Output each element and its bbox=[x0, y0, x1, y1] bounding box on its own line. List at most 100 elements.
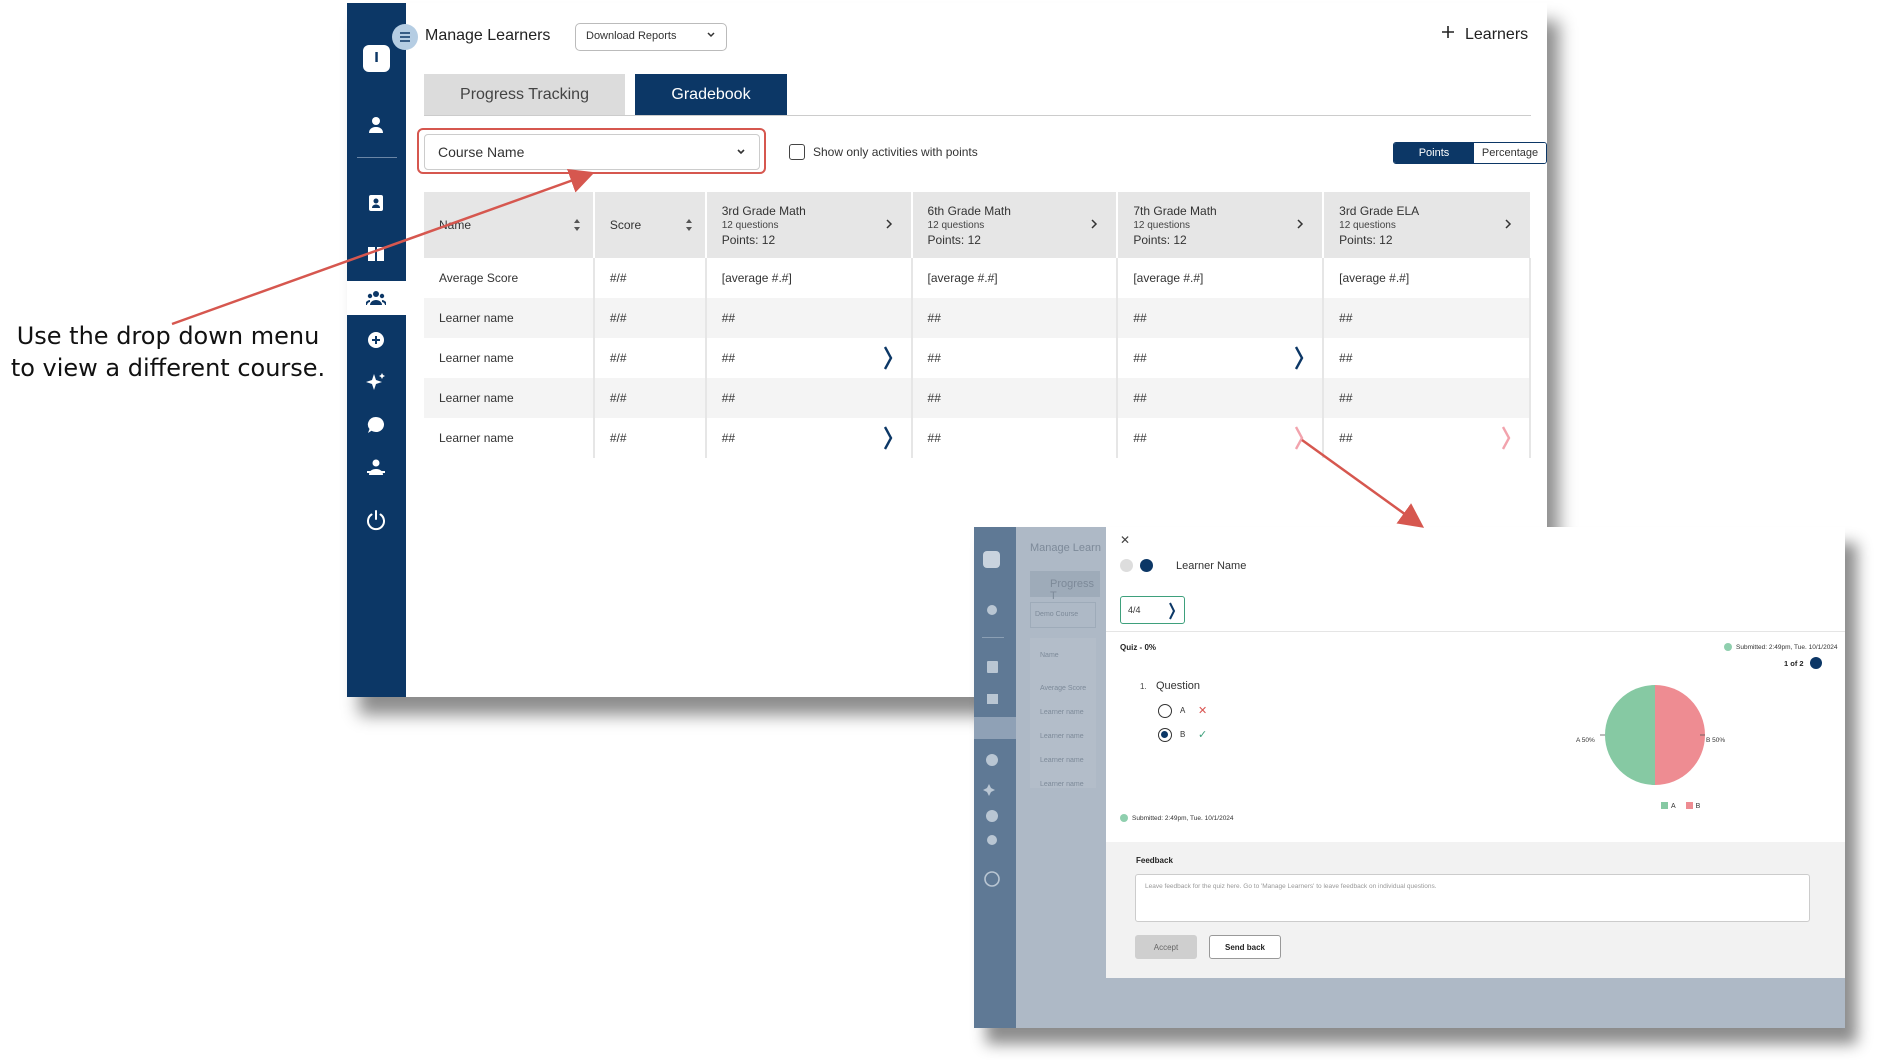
open-submission-icon[interactable] bbox=[883, 346, 893, 373]
answer-pie-chart bbox=[1600, 685, 1705, 785]
app-logo[interactable]: I bbox=[363, 45, 390, 72]
tab-progress-tracking[interactable]: Progress Tracking bbox=[424, 74, 625, 115]
submitted-label: Submitted: 2:49pm, Tue. 10/1/2024 bbox=[1132, 814, 1234, 822]
inset-bg-tab: Progress T bbox=[1030, 571, 1100, 602]
row-cell: ## bbox=[1323, 298, 1531, 338]
row-name[interactable]: Learner name bbox=[424, 338, 595, 378]
send-back-button[interactable]: Send back bbox=[1209, 935, 1281, 959]
close-icon[interactable]: ✕ bbox=[1120, 533, 1130, 547]
course-select[interactable]: Course Name bbox=[424, 134, 760, 170]
chat-icon[interactable] bbox=[362, 411, 390, 439]
row-score: #/# bbox=[593, 258, 707, 298]
question-number: 1. bbox=[1140, 682, 1147, 691]
pie-slice-a bbox=[1605, 685, 1655, 785]
toggle-points[interactable]: Points bbox=[1394, 143, 1474, 163]
next-question-icon[interactable] bbox=[1809, 657, 1822, 669]
inset-bg-row: Learner name bbox=[1040, 709, 1084, 716]
row-cell: ## bbox=[1323, 338, 1531, 378]
download-reports-label: Download Reports bbox=[586, 30, 677, 42]
course-select-value: Course Name bbox=[438, 144, 525, 160]
person-icon[interactable] bbox=[362, 111, 390, 139]
feedback-input[interactable]: Leave feedback for the quiz here. Go to … bbox=[1135, 874, 1810, 922]
chevron-right-icon bbox=[1169, 602, 1176, 620]
correct-icon: ✓ bbox=[1198, 729, 1208, 741]
accept-button[interactable]: Accept bbox=[1135, 935, 1197, 959]
table-row: Learner name #/# ## ## ## ## bbox=[424, 338, 1531, 378]
table-header-row: Name Score 3rd Grade Math 12 questions Poi… bbox=[424, 192, 1530, 258]
row-cell: ## bbox=[705, 378, 913, 418]
header-activity[interactable]: 6th Grade Math 12 questions Points: 12 bbox=[911, 192, 1119, 258]
learner-name: Learner Name bbox=[1176, 560, 1247, 572]
open-submission-icon[interactable] bbox=[1501, 426, 1511, 453]
book-icon[interactable] bbox=[362, 240, 390, 268]
row-name[interactable]: Learner name bbox=[424, 298, 595, 338]
pager-label: 1 of 2 bbox=[1784, 658, 1804, 668]
pie-slice-b bbox=[1655, 685, 1705, 785]
option-a-radio bbox=[1158, 704, 1172, 718]
row-name[interactable]: Learner name bbox=[424, 378, 595, 418]
contacts-icon[interactable] bbox=[362, 189, 390, 217]
table-row: Learner name #/# ## ## ## ## bbox=[424, 418, 1531, 458]
table-row: Learner name #/# ## ## ## ## bbox=[424, 298, 1531, 338]
row-name[interactable]: Learner name bbox=[424, 418, 595, 458]
chevron-right-icon[interactable] bbox=[1090, 218, 1098, 232]
row-cell: ## bbox=[721, 431, 736, 445]
points-percentage-toggle[interactable]: Points Percentage bbox=[1393, 142, 1547, 164]
sort-icon[interactable] bbox=[573, 218, 581, 235]
submission-score-value: 4/4 bbox=[1128, 605, 1141, 615]
panel-divider bbox=[1106, 631, 1845, 632]
row-cell: [average #.#] bbox=[911, 258, 1119, 298]
row-cell: ## bbox=[1323, 378, 1531, 418]
row-score: #/# bbox=[593, 338, 707, 378]
previous-learner-icon[interactable] bbox=[1120, 559, 1133, 572]
tab-divider bbox=[424, 115, 1531, 116]
row-cell: ## bbox=[705, 298, 913, 338]
tab-gradebook[interactable]: Gradebook bbox=[635, 74, 787, 115]
row-score: #/# bbox=[593, 378, 707, 418]
pie-legend: A B bbox=[1661, 802, 1700, 810]
submitted-status-bottom: Submitted: 2:49pm, Tue. 10/1/2024 bbox=[1120, 814, 1234, 822]
chevron-right-icon[interactable] bbox=[1296, 218, 1304, 232]
add-circle-icon[interactable] bbox=[362, 326, 390, 354]
chevron-right-icon[interactable] bbox=[1504, 218, 1512, 232]
sort-icon[interactable] bbox=[685, 218, 693, 235]
points-only-checkbox[interactable] bbox=[789, 144, 805, 160]
next-learner-icon[interactable] bbox=[1140, 559, 1153, 572]
gradebook-table: Name Score 3rd Grade Math 12 questions Poi… bbox=[424, 192, 1531, 458]
submission-score[interactable]: 4/4 bbox=[1120, 596, 1185, 624]
incorrect-icon: ✕ bbox=[1198, 705, 1208, 717]
row-cell: ## bbox=[721, 351, 736, 365]
header-activity[interactable]: 3rd Grade ELA 12 questions Points: 12 bbox=[1323, 192, 1530, 258]
add-learners-button[interactable]: Learners bbox=[1441, 25, 1528, 44]
header-score[interactable]: Score bbox=[593, 192, 707, 258]
row-cell: ## bbox=[1339, 431, 1353, 445]
header-activity[interactable]: 3rd Grade Math 12 questions Points: 12 bbox=[705, 192, 913, 258]
chevron-right-icon[interactable] bbox=[885, 218, 893, 232]
question-pager[interactable]: 1 of 2 bbox=[1784, 657, 1822, 669]
row-cell: ## bbox=[1117, 378, 1325, 418]
open-submission-icon[interactable] bbox=[1294, 346, 1304, 373]
inset-bg-header: Name bbox=[1040, 652, 1059, 659]
row-cell: ## bbox=[911, 418, 1119, 458]
header-activity[interactable]: 7th Grade Math 12 questions Points: 12 bbox=[1117, 192, 1325, 258]
row-cell: ## bbox=[911, 338, 1119, 378]
row-cell: ## bbox=[1133, 351, 1147, 365]
submitted-label: Submitted: 2:49pm, Tue. 10/1/2024 bbox=[1736, 643, 1838, 651]
group-icon[interactable] bbox=[362, 284, 390, 312]
inset-bg-course: Demo Course bbox=[1030, 602, 1096, 628]
open-submission-icon[interactable] bbox=[1294, 426, 1304, 453]
teacher-icon[interactable] bbox=[362, 453, 390, 481]
open-submission-icon[interactable] bbox=[883, 426, 893, 453]
annotation-line-2: to view a different course. bbox=[10, 354, 326, 382]
download-reports-select[interactable]: Download Reports bbox=[575, 23, 727, 51]
sparkle-icon[interactable] bbox=[362, 368, 390, 396]
page-title: Manage Learners bbox=[425, 27, 551, 44]
header-name[interactable]: Name bbox=[424, 192, 595, 258]
chevron-down-icon bbox=[735, 145, 747, 161]
row-cell: ## bbox=[911, 298, 1119, 338]
option-a-label: A bbox=[1180, 706, 1186, 715]
inset-sidebar bbox=[974, 527, 1016, 1028]
toggle-percentage[interactable]: Percentage bbox=[1474, 143, 1546, 163]
power-icon[interactable] bbox=[362, 506, 390, 534]
sidebar-toggle-icon[interactable] bbox=[392, 24, 418, 50]
